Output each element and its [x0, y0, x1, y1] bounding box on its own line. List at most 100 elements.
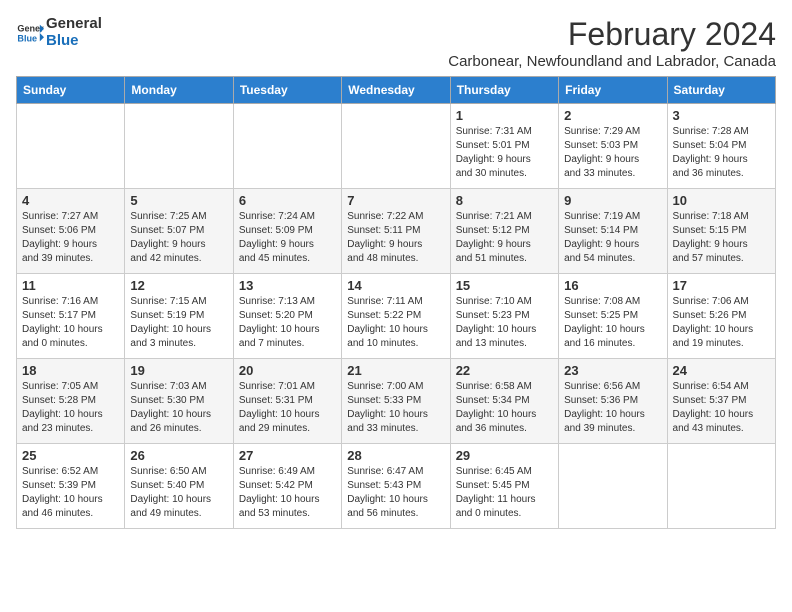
week-row-1: 1Sunrise: 7:31 AM Sunset: 5:01 PM Daylig… — [17, 104, 776, 189]
day-cell: 5 Sunrise: 7:25 AM Sunset: 5:07 PM Daylig… — [125, 189, 233, 274]
day-info: Sunrise: 7:27 AM Sunset: 5:06 PM Dayligh… — [22, 210, 119, 266]
day-number: 26 — [130, 448, 227, 463]
day-cell: 23 Sunrise: 6:56 AM Sunset: 5:36 PM Dayli… — [559, 359, 667, 444]
svg-text:Blue: Blue — [17, 33, 37, 43]
day-number: 4 — [22, 193, 119, 208]
day-info: Sunrise: 7:18 AM Sunset: 5:15 PM Dayligh… — [673, 210, 770, 266]
day-info: Sunrise: 7:11 AM Sunset: 5:22 PM Dayligh… — [347, 295, 444, 351]
day-cell: 4 Sunrise: 7:27 AM Sunset: 5:06 PM Daylig… — [17, 189, 125, 274]
day-cell: 17 Sunrise: 7:06 AM Sunset: 5:26 PM Dayli… — [667, 274, 775, 359]
day-info: Sunrise: 7:01 AM Sunset: 5:31 PM Dayligh… — [239, 380, 336, 436]
day-number: 20 — [239, 363, 336, 378]
header-wednesday: Wednesday — [342, 77, 450, 104]
day-cell — [342, 104, 450, 189]
day-cell: 1Sunrise: 7:31 AM Sunset: 5:01 PM Daylig… — [450, 104, 558, 189]
logo-line1: General — [46, 16, 102, 33]
day-cell: 2Sunrise: 7:29 AM Sunset: 5:03 PM Daylig… — [559, 104, 667, 189]
day-info: Sunrise: 7:21 AM Sunset: 5:12 PM Dayligh… — [456, 210, 553, 266]
day-cell: 19Sunrise: 7:03 AM Sunset: 5:30 PM Dayli… — [125, 359, 233, 444]
title-area: February 2024 Carbonear, Newfoundland an… — [448, 16, 776, 70]
day-cell: 24Sunrise: 6:54 AM Sunset: 5:37 PM Dayli… — [667, 359, 775, 444]
day-number: 14 — [347, 278, 444, 293]
day-info: Sunrise: 6:47 AM Sunset: 5:43 PM Dayligh… — [347, 465, 444, 521]
day-number: 7 — [347, 193, 444, 208]
day-number: 12 — [130, 278, 227, 293]
day-info: Sunrise: 6:49 AM Sunset: 5:42 PM Dayligh… — [239, 465, 336, 521]
day-cell: 18 Sunrise: 7:05 AM Sunset: 5:28 PM Dayli… — [17, 359, 125, 444]
day-number: 13 — [239, 278, 336, 293]
day-info: Sunrise: 6:52 AM Sunset: 5:39 PM Dayligh… — [22, 465, 119, 521]
day-info: Sunrise: 6:50 AM Sunset: 5:40 PM Dayligh… — [130, 465, 227, 521]
day-number: 28 — [347, 448, 444, 463]
day-cell — [233, 104, 341, 189]
logo-line2: Blue — [46, 33, 102, 50]
week-row-3: 11 Sunrise: 7:16 AM Sunset: 5:17 PM Dayli… — [17, 274, 776, 359]
day-number: 18 — [22, 363, 119, 378]
header-sunday: Sunday — [17, 77, 125, 104]
week-row-4: 18 Sunrise: 7:05 AM Sunset: 5:28 PM Dayli… — [17, 359, 776, 444]
day-number: 15 — [456, 278, 553, 293]
day-number: 5 — [130, 193, 227, 208]
day-info: Sunrise: 7:00 AM Sunset: 5:33 PM Dayligh… — [347, 380, 444, 436]
day-cell: 9 Sunrise: 7:19 AM Sunset: 5:14 PM Daylig… — [559, 189, 667, 274]
header-friday: Friday — [559, 77, 667, 104]
day-info: Sunrise: 7:22 AM Sunset: 5:11 PM Dayligh… — [347, 210, 444, 266]
day-number: 8 — [456, 193, 553, 208]
day-info: Sunrise: 6:58 AM Sunset: 5:34 PM Dayligh… — [456, 380, 553, 436]
day-number: 23 — [564, 363, 661, 378]
day-cell: 22 Sunrise: 6:58 AM Sunset: 5:34 PM Dayli… — [450, 359, 558, 444]
day-number: 9 — [564, 193, 661, 208]
day-number: 1 — [456, 108, 553, 123]
location-subtitle: Carbonear, Newfoundland and Labrador, Ca… — [448, 53, 776, 70]
day-cell: 29 Sunrise: 6:45 AM Sunset: 5:45 PM Dayli… — [450, 444, 558, 529]
day-info: Sunrise: 7:19 AM Sunset: 5:14 PM Dayligh… — [564, 210, 661, 266]
day-cell: 13 Sunrise: 7:13 AM Sunset: 5:20 PM Dayli… — [233, 274, 341, 359]
calendar-table: Sunday Monday Tuesday Wednesday Thursday… — [16, 76, 776, 529]
day-number: 22 — [456, 363, 553, 378]
day-info: Sunrise: 7:24 AM Sunset: 5:09 PM Dayligh… — [239, 210, 336, 266]
day-number: 21 — [347, 363, 444, 378]
day-cell — [667, 444, 775, 529]
week-row-5: 25 Sunrise: 6:52 AM Sunset: 5:39 PM Dayli… — [17, 444, 776, 529]
day-number: 16 — [564, 278, 661, 293]
logo: General Blue General Blue — [16, 16, 102, 49]
day-info: Sunrise: 6:56 AM Sunset: 5:36 PM Dayligh… — [564, 380, 661, 436]
header-thursday: Thursday — [450, 77, 558, 104]
logo-icon: General Blue — [16, 19, 44, 47]
day-info: Sunrise: 6:45 AM Sunset: 5:45 PM Dayligh… — [456, 465, 553, 521]
day-info: Sunrise: 7:10 AM Sunset: 5:23 PM Dayligh… — [456, 295, 553, 351]
day-number: 25 — [22, 448, 119, 463]
day-info: Sunrise: 7:28 AM Sunset: 5:04 PM Dayligh… — [673, 125, 770, 181]
day-cell: 3 Sunrise: 7:28 AM Sunset: 5:04 PM Daylig… — [667, 104, 775, 189]
day-cell: 26 Sunrise: 6:50 AM Sunset: 5:40 PM Dayli… — [125, 444, 233, 529]
day-cell: 20 Sunrise: 7:01 AM Sunset: 5:31 PM Dayli… — [233, 359, 341, 444]
day-info: Sunrise: 7:15 AM Sunset: 5:19 PM Dayligh… — [130, 295, 227, 351]
week-row-2: 4 Sunrise: 7:27 AM Sunset: 5:06 PM Daylig… — [17, 189, 776, 274]
day-info: Sunrise: 7:13 AM Sunset: 5:20 PM Dayligh… — [239, 295, 336, 351]
day-cell: 28 Sunrise: 6:47 AM Sunset: 5:43 PM Dayli… — [342, 444, 450, 529]
day-cell: 11 Sunrise: 7:16 AM Sunset: 5:17 PM Dayli… — [17, 274, 125, 359]
day-number: 29 — [456, 448, 553, 463]
day-number: 11 — [22, 278, 119, 293]
day-cell: 7 Sunrise: 7:22 AM Sunset: 5:11 PM Daylig… — [342, 189, 450, 274]
day-info: Sunrise: 7:05 AM Sunset: 5:28 PM Dayligh… — [22, 380, 119, 436]
month-title: February 2024 — [448, 16, 776, 53]
day-info: Sunrise: 7:16 AM Sunset: 5:17 PM Dayligh… — [22, 295, 119, 351]
day-cell: 8 Sunrise: 7:21 AM Sunset: 5:12 PM Daylig… — [450, 189, 558, 274]
day-number: 3 — [673, 108, 770, 123]
day-info: Sunrise: 7:25 AM Sunset: 5:07 PM Dayligh… — [130, 210, 227, 266]
day-cell: 12 Sunrise: 7:15 AM Sunset: 5:19 PM Dayli… — [125, 274, 233, 359]
calendar-header-row: Sunday Monday Tuesday Wednesday Thursday… — [17, 77, 776, 104]
day-number: 17 — [673, 278, 770, 293]
header-saturday: Saturday — [667, 77, 775, 104]
day-number: 27 — [239, 448, 336, 463]
day-info: Sunrise: 7:08 AM Sunset: 5:25 PM Dayligh… — [564, 295, 661, 351]
day-cell: 27 Sunrise: 6:49 AM Sunset: 5:42 PM Dayli… — [233, 444, 341, 529]
day-number: 10 — [673, 193, 770, 208]
page-header: General Blue General Blue February 2024 … — [16, 16, 776, 70]
day-cell: 25 Sunrise: 6:52 AM Sunset: 5:39 PM Dayli… — [17, 444, 125, 529]
day-cell — [17, 104, 125, 189]
day-cell: 10 Sunrise: 7:18 AM Sunset: 5:15 PM Dayli… — [667, 189, 775, 274]
day-info: Sunrise: 7:06 AM Sunset: 5:26 PM Dayligh… — [673, 295, 770, 351]
day-number: 19 — [130, 363, 227, 378]
